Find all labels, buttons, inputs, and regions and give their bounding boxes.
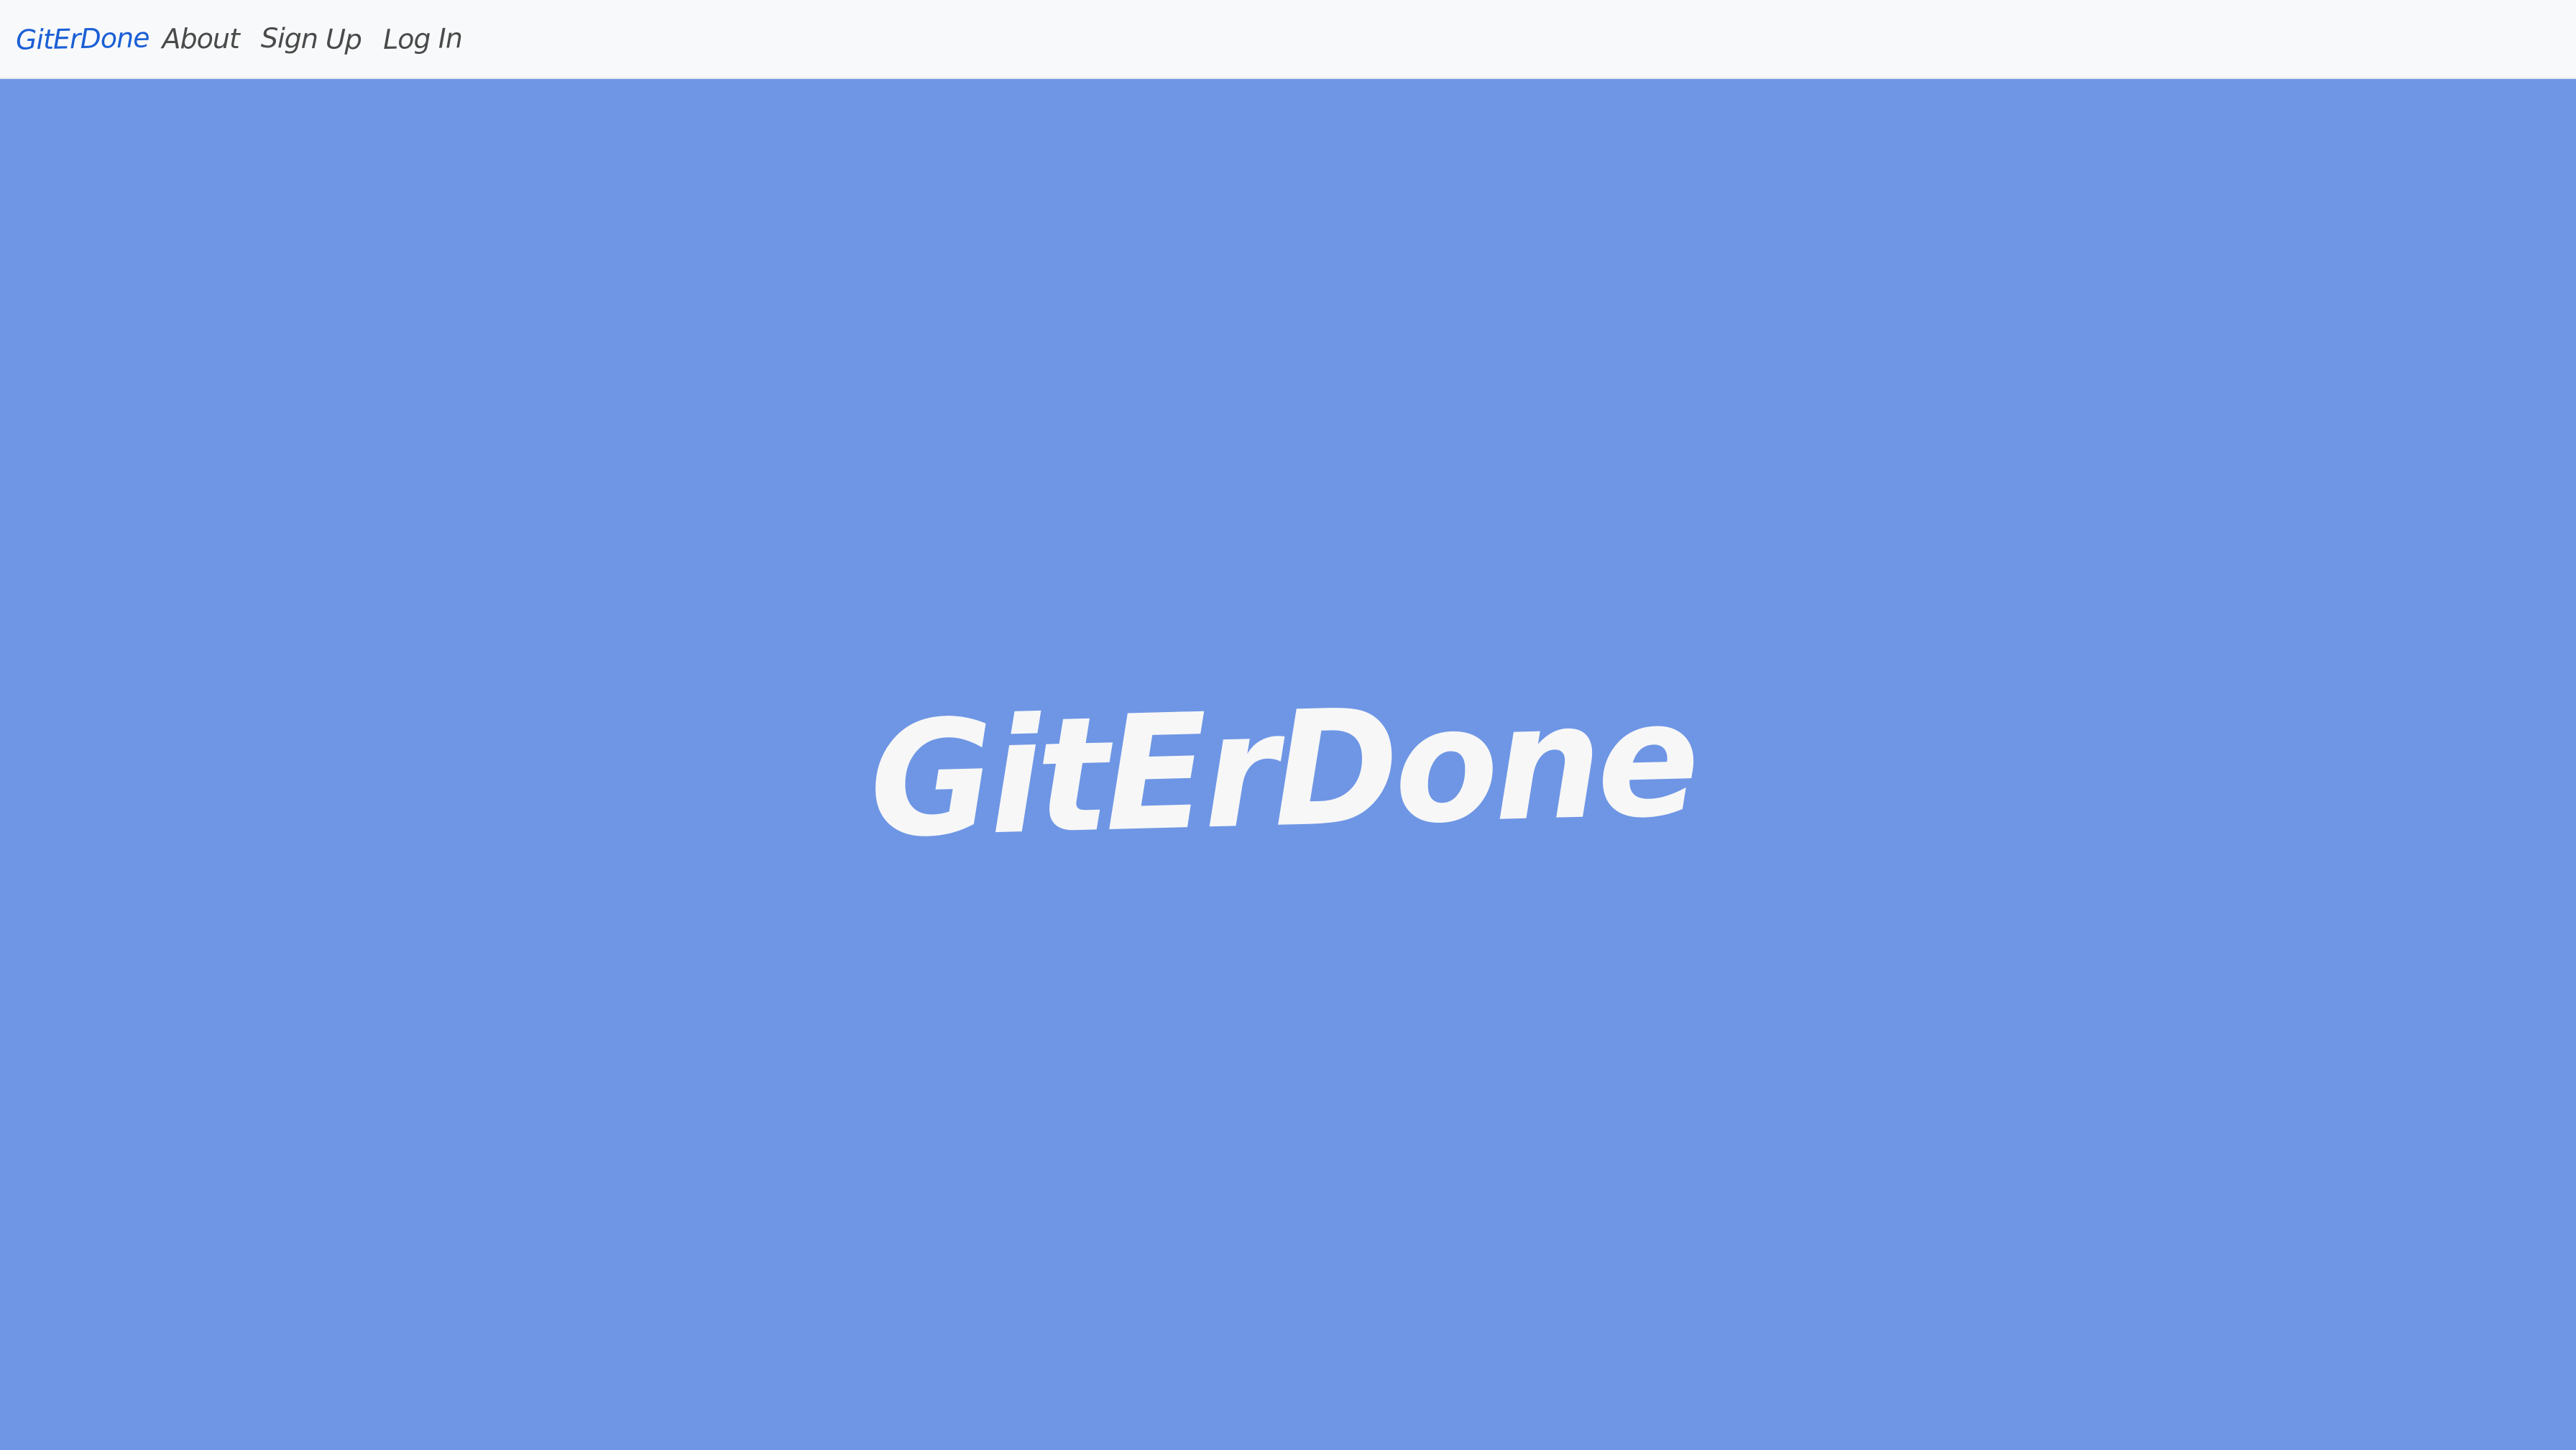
top-navbar: GitErDone About Sign Up Log In xyxy=(0,0,2576,79)
nav-link-log-in[interactable]: Log In xyxy=(382,22,462,55)
brand-link[interactable]: GitErDone xyxy=(16,22,150,55)
nav-link-sign-up[interactable]: Sign Up xyxy=(261,22,362,55)
hero-title: GitErDone xyxy=(867,666,1698,873)
hero-section: GitErDone xyxy=(0,79,2576,1450)
nav-link-about[interactable]: About xyxy=(162,23,240,55)
